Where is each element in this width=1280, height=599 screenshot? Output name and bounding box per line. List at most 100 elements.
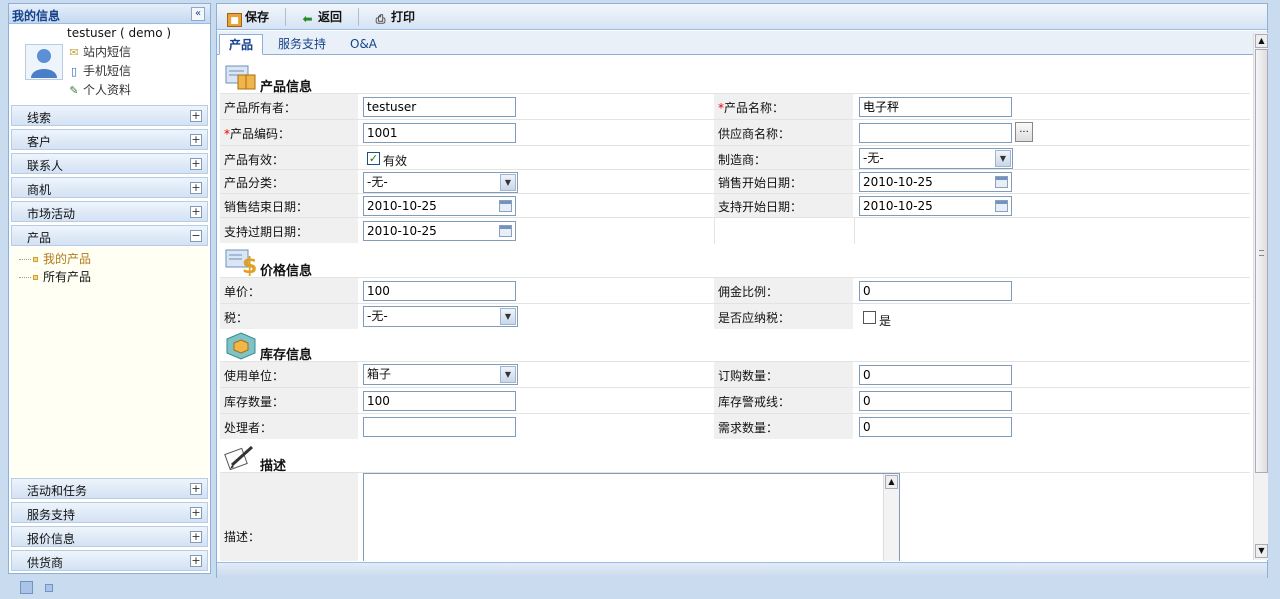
sms-link[interactable]: ▯ 手机短信 [67,62,131,79]
chevron-down-icon[interactable]: ▼ [1255,544,1268,558]
sales-end-date-input[interactable]: 2010-10-25 [363,196,516,216]
sidebar-item-activities[interactable]: 活动和任务 + [11,478,208,499]
stock-qty-input[interactable]: 100 [363,391,516,411]
order-qty-input[interactable]: 0 [859,365,1012,385]
commission-label: 佣金比例： [718,285,779,299]
stock-alert-input[interactable]: 0 [859,391,1012,411]
envelope-icon: ✉ [69,46,79,59]
handler-input[interactable] [363,417,516,437]
main-panel: ■ 保存 ⬅ 返回 ⎙ 打印 产品 服务支持 O&A 产品信息 产品所有者： test… [216,3,1268,578]
chevron-up-icon[interactable]: ▲ [1255,34,1268,48]
price-dollar-icon: $ [224,248,258,279]
section-description: 描述 [220,441,1250,474]
sidebar-item-suppliers[interactable]: 供货商 + [11,550,208,571]
plus-icon: + [190,554,202,567]
form-row: 产品分类： -无- ▼ 销售开始日期： 2010-10-25 [220,169,1250,193]
category-label: 产品分类： [224,176,285,190]
sales-start-date-input[interactable]: 2010-10-25 [859,172,1012,192]
tree-item-all-products[interactable]: 所有产品 [19,268,91,285]
double-chevron-left-icon[interactable]: « [191,7,205,21]
scrollbar-thumb[interactable] [1255,49,1268,473]
plus-icon: + [190,506,202,519]
code-input[interactable]: 1001 [363,123,516,143]
taxable-checkbox[interactable] [863,311,876,324]
stock-qty-label: 库存数量： [224,395,285,409]
sidebar-item-customers[interactable]: 客户 + [11,129,208,150]
price-input[interactable]: 100 [363,281,516,301]
minus-icon: − [190,229,202,242]
order-qty-label: 订购数量： [718,369,779,383]
toolbar-separator [358,8,359,26]
code-label: *产品编码： [224,127,291,141]
form-row: 库存数量： 100 库存警戒线： 0 [220,387,1250,413]
profile-link[interactable]: ✎ 个人资料 [67,81,131,98]
manufacturer-select[interactable]: -无- ▼ [859,148,1013,169]
unit-select[interactable]: 箱子 ▼ [363,364,518,385]
tree-item-my-products[interactable]: 我的产品 [19,250,91,267]
user-box: testuser ( demo ) ✉ 站内短信 ▯ 手机短信 ✎ 个人资料 [9,24,210,102]
textarea-scrollbar[interactable]: ▲ [883,474,899,561]
form-row: 销售结束日期： 2010-10-25 支持开始日期： 2010-10-25 [220,193,1250,217]
form-row: 税： -无- ▼ 是否应纳税： 是 [220,303,1250,329]
unit-label: 使用单位： [224,369,285,383]
mobile-phone-icon: ▯ [70,65,78,78]
calendar-icon[interactable] [995,200,1008,212]
demand-qty-input[interactable]: 0 [859,417,1012,437]
taxable-label: 是否应纳税： [718,311,791,325]
tab-service-support[interactable]: 服务支持 [269,34,335,55]
form-row: *产品编码： 1001 供应商名称： ... [220,119,1250,145]
left-panel-title: 我的信息 [12,9,61,23]
section-stock-info: 库存信息 [220,330,1250,363]
active-checkbox[interactable]: ✓ [367,152,380,165]
sidebar-item-service[interactable]: 服务支持 + [11,502,208,523]
sidebar-item-products[interactable]: 产品 − [11,225,208,246]
plus-icon: + [190,181,202,194]
sidebar-item-opportunities[interactable]: 商机 + [11,177,208,198]
plus-icon: + [190,482,202,495]
owner-input[interactable]: testuser [363,97,516,117]
vertical-scrollbar[interactable]: ▲ ▼ [1253,33,1268,560]
print-button[interactable]: ⎙ 打印 [373,8,415,26]
status-bar [217,562,1267,578]
tab-product[interactable]: 产品 [219,34,264,55]
tab-qa[interactable]: O&A [341,34,386,55]
svg-text:$: $ [242,254,257,276]
supplier-lookup-button[interactable]: ... [1015,122,1033,142]
node-bullet-icon [33,256,38,262]
user-name: testuser ( demo ) [67,26,172,40]
sidebar-item-campaigns[interactable]: 市场活动 + [11,201,208,222]
supplier-input[interactable] [859,123,1012,143]
stock-alert-label: 库存警戒线： [718,395,791,409]
chevron-up-icon[interactable]: ▲ [885,475,898,489]
form-row: 使用单位： 箱子 ▼ 订购数量： 0 [220,361,1250,387]
plus-icon: + [190,133,202,146]
sidebar-item-contacts[interactable]: 联系人 + [11,153,208,174]
demand-qty-label: 需求数量： [718,421,779,435]
form-row: 描述： ▲ [220,472,1250,561]
form-row: 产品所有者： testuser *产品名称： 电子秤 [220,93,1250,119]
category-select[interactable]: -无- ▼ [363,172,518,193]
layout-large-icon[interactable] [20,581,33,594]
calendar-icon[interactable] [499,200,512,212]
name-label: *产品名称： [718,101,785,115]
internal-message-link[interactable]: ✉ 站内短信 [67,43,131,60]
owner-label: 产品所有者： [224,101,297,115]
support-start-date-input[interactable]: 2010-10-25 [859,196,1012,216]
layout-small-icon[interactable] [45,584,53,592]
user-avatar-icon [25,44,63,80]
back-button[interactable]: ⬅ 返回 [300,8,342,26]
sidebar-item-quotes[interactable]: 报价信息 + [11,526,208,547]
tax-select[interactable]: -无- ▼ [363,306,518,327]
name-input[interactable]: 电子秤 [859,97,1012,117]
sidebar-item-leads[interactable]: 线索 + [11,105,208,126]
support-expire-date-input[interactable]: 2010-10-25 [363,221,516,241]
sales-start-label: 销售开始日期： [718,176,803,190]
commission-input[interactable]: 0 [859,281,1012,301]
chevron-down-icon: ▼ [995,150,1011,167]
calendar-icon[interactable] [499,225,512,237]
save-button[interactable]: ■ 保存 [227,8,269,27]
stock-cube-icon [224,332,258,360]
calendar-icon[interactable] [995,176,1008,188]
description-textarea[interactable]: ▲ [363,473,900,561]
tab-bar: 产品 服务支持 O&A [217,31,1267,55]
